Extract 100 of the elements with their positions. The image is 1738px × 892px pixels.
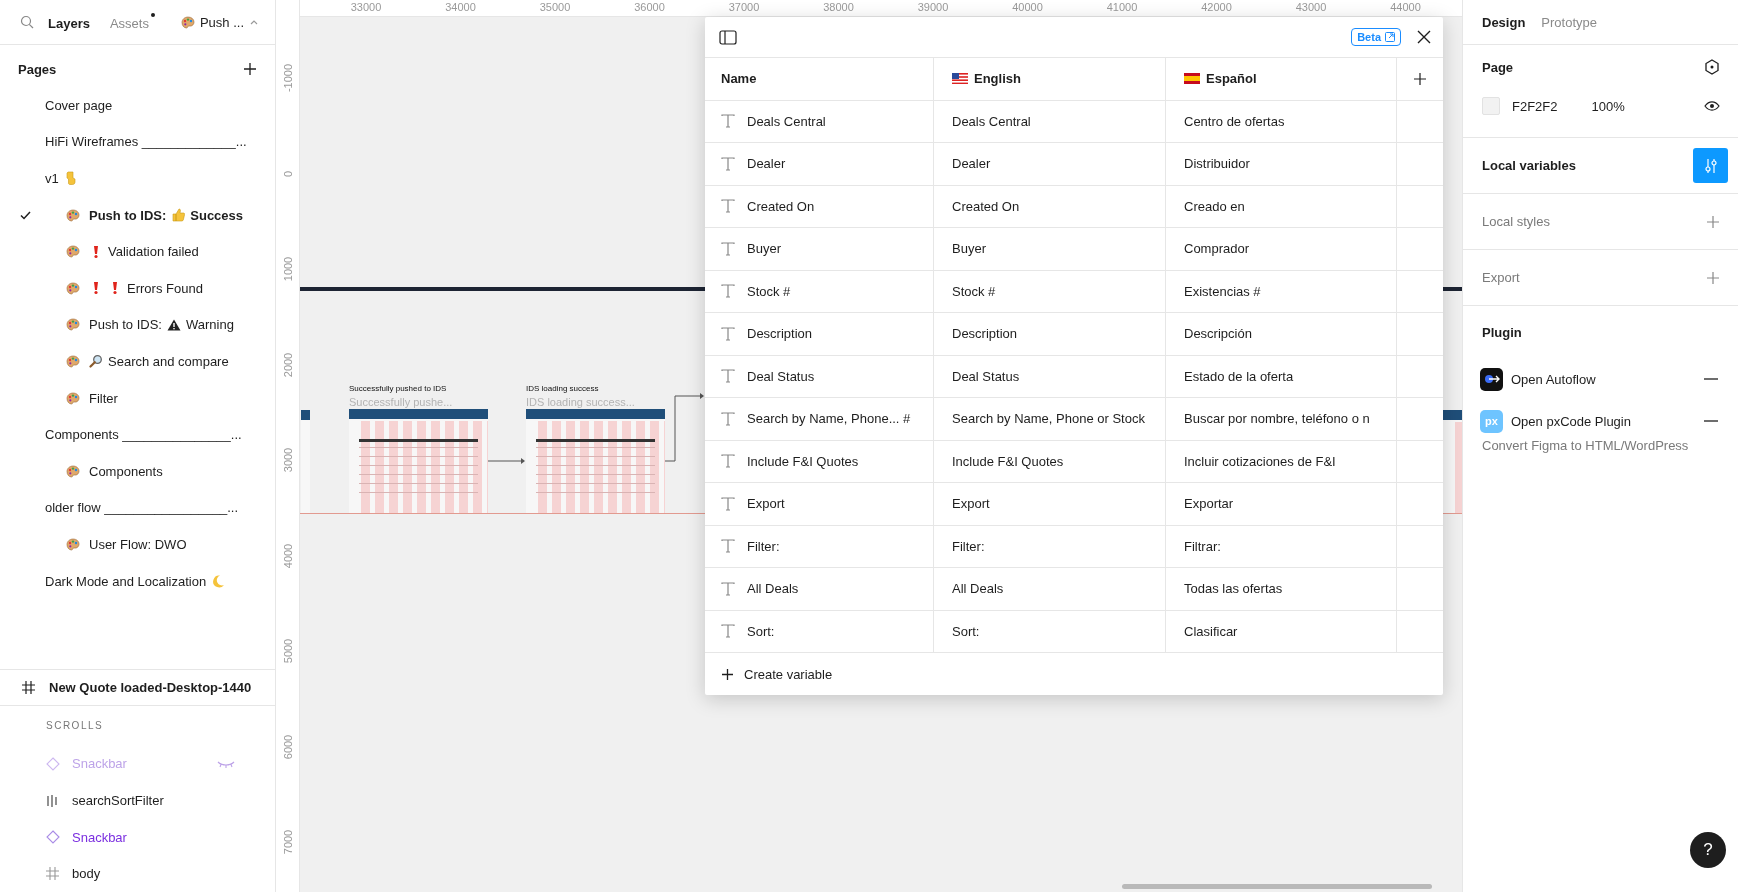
text-type-icon (721, 199, 735, 214)
page-item[interactable]: v1 (0, 160, 275, 197)
eye-icon (1704, 101, 1720, 111)
text-type-icon (721, 454, 735, 469)
variable-name[interactable]: Stock # (747, 283, 791, 299)
opacity-value[interactable]: 100% (1591, 98, 1625, 114)
column-header: English (974, 71, 1021, 87)
table-cell[interactable]: Incluir cotizaciones de F&I (1184, 453, 1336, 469)
pointing-hand-icon (63, 171, 78, 186)
ruler-label: 42000 (1201, 1, 1232, 13)
ruler-label: 34000 (445, 1, 476, 13)
color-swatch[interactable] (1482, 97, 1500, 115)
table-cell[interactable]: Exportar (1184, 496, 1234, 512)
table-cell[interactable]: Search by Name, Phone or Stock (952, 411, 1145, 427)
page-item[interactable]: Components (0, 452, 275, 490)
table-cell[interactable]: Todas las ofertas (1184, 581, 1283, 597)
text-type-icon (721, 369, 735, 384)
scrollbar[interactable] (1122, 884, 1432, 889)
variable-name[interactable]: Description (747, 326, 813, 342)
page-item[interactable]: Push to IDS: Success (0, 196, 275, 234)
table-cell[interactable]: Distribuidor (1184, 156, 1250, 172)
palette-icon (66, 464, 80, 478)
table-cell[interactable]: Deal Status (952, 368, 1020, 384)
panel-tab[interactable]: Design (1482, 14, 1526, 30)
ruler-label: 37000 (728, 1, 760, 13)
table-cell[interactable]: Clasificar (1184, 623, 1238, 639)
frame-icon (46, 866, 60, 881)
text-type-icon (721, 241, 735, 256)
page-switcher[interactable]: Push ... (180, 14, 259, 30)
create-variable-button[interactable]: Create variable (705, 653, 1443, 695)
table-cell[interactable]: Stock # (952, 283, 996, 299)
variable-name[interactable]: All Deals (747, 581, 799, 597)
ruler-label: 44000 (1390, 1, 1421, 13)
table-cell[interactable]: Comprador (1184, 241, 1250, 257)
column-header: Español (1206, 71, 1257, 87)
table-cell[interactable]: Dealer (952, 156, 991, 172)
frame-label[interactable]: Successfully pushed to IDS (349, 384, 447, 394)
plugin-name[interactable]: Open Autoflow (1511, 371, 1596, 387)
page-item[interactable]: older flow _________________... (0, 489, 275, 527)
variable-name[interactable]: Sort: (747, 623, 775, 639)
connector-arrow (665, 392, 705, 462)
palette-icon (66, 245, 80, 259)
table-cell[interactable]: Filtrar: (1184, 538, 1221, 554)
table-cell[interactable]: Existencias # (1184, 283, 1261, 299)
ruler-label: 7000 (282, 829, 294, 855)
table-cell[interactable]: Filter: (952, 538, 985, 554)
panel-tab[interactable]: Layers (48, 13, 96, 31)
page-item[interactable]: Search and compare (0, 343, 275, 380)
variable-name[interactable]: Include F&I Quotes (747, 453, 859, 469)
page-item[interactable]: Cover page (0, 87, 275, 124)
frame-label[interactable]: IDS loading success (526, 384, 599, 394)
variable-name[interactable]: Export (747, 496, 785, 512)
ruler-label: 2000 (282, 352, 294, 377)
hexagon-icon (1704, 59, 1720, 75)
layer-item[interactable]: searchSortFilter (0, 782, 275, 819)
plus-icon (721, 667, 734, 681)
layer-item[interactable]: body (0, 855, 275, 892)
variable-name[interactable]: Deal Status (747, 368, 815, 384)
table-cell[interactable]: Buyer (952, 241, 986, 257)
frame-name[interactable]: New Quote loaded-Desktop-1440 (49, 679, 252, 695)
plus-icon (1706, 214, 1720, 229)
plugin-name[interactable]: Open pxCode Plugin (1511, 413, 1631, 429)
color-value[interactable]: F2F2F2 (1512, 98, 1558, 114)
table-cell[interactable]: Export (952, 496, 990, 512)
variables-button[interactable] (1693, 148, 1728, 183)
table-cell[interactable]: Descripción (1184, 326, 1252, 342)
variable-name[interactable]: Search by Name, Phone... # (747, 411, 911, 427)
table-cell[interactable]: Description (952, 326, 1018, 342)
page-item[interactable]: Validation failed (0, 233, 275, 270)
connector-arrow (488, 457, 526, 465)
table-cell[interactable]: Deals Central (952, 113, 1031, 129)
table-cell[interactable]: Include F&I Quotes (952, 453, 1064, 469)
layer-item[interactable]: Snackbar (0, 818, 275, 856)
table-cell[interactable]: Creado en (1184, 198, 1245, 214)
page-item[interactable]: Errors Found (0, 269, 275, 307)
table-cell[interactable]: Sort: (952, 623, 980, 639)
variable-name[interactable]: Buyer (747, 241, 781, 257)
variable-name[interactable]: Filter: (747, 538, 780, 554)
page-item[interactable]: Filter (0, 379, 275, 417)
page-item[interactable]: User Flow: DWO (0, 526, 275, 563)
variable-name[interactable]: Deals Central (747, 113, 826, 129)
page-item[interactable]: Dark Mode and Localization (0, 562, 275, 600)
table-cell[interactable]: Estado de la oferta (1184, 368, 1294, 384)
variable-name[interactable]: Dealer (747, 156, 786, 172)
text-type-icon (721, 624, 735, 639)
variable-name[interactable]: Created On (747, 198, 815, 214)
page-item[interactable]: HiFi Wireframes _____________... (0, 123, 275, 161)
panel-tab[interactable]: Prototype (1541, 14, 1597, 30)
help-button[interactable]: ? (1690, 832, 1726, 868)
table-cell[interactable]: Buscar por nombre, teléfono o n (1184, 411, 1370, 427)
text-type-icon (721, 114, 735, 129)
page-item[interactable]: Push to IDS: Warning (0, 306, 275, 344)
table-cell[interactable]: Created On (952, 198, 1020, 214)
panel-tab[interactable]: Assets (109, 13, 155, 31)
table-cell[interactable]: All Deals (952, 581, 1004, 597)
thumbs-up-icon (171, 208, 186, 223)
frame-caption: IDS loading success... (526, 396, 635, 408)
search-icon (20, 15, 34, 29)
page-item[interactable]: Components _______________... (0, 416, 275, 453)
table-cell[interactable]: Centro de ofertas (1184, 113, 1285, 129)
